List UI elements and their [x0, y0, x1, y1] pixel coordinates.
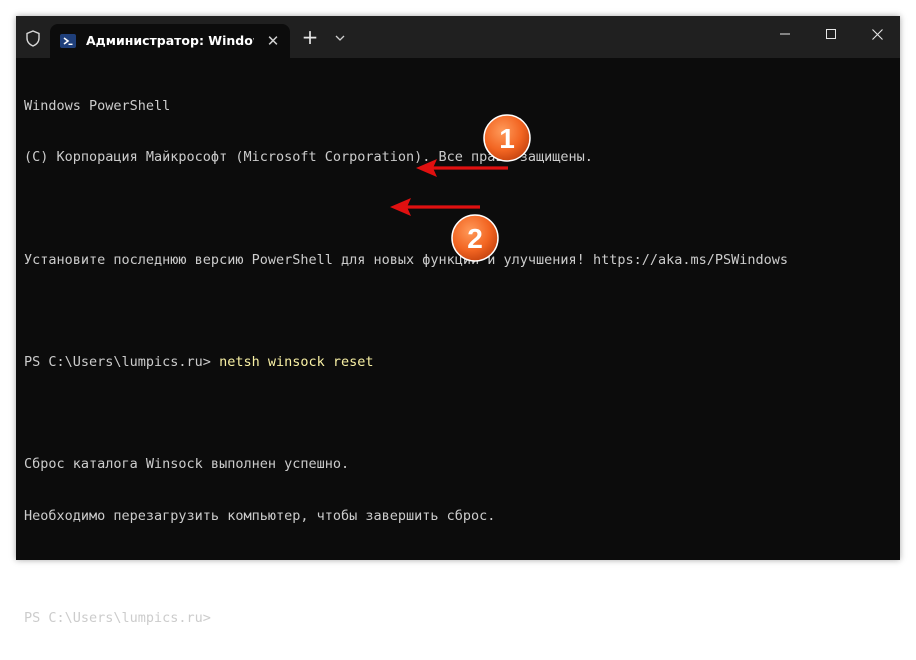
prompt-line: PS C:\Users\lumpics.ru> [24, 609, 211, 626]
close-window-icon[interactable] [854, 16, 900, 52]
shield-icon [25, 29, 41, 47]
powershell-icon [60, 34, 76, 48]
terminal-output[interactable]: Windows PowerShell (C) Корпорация Майкро… [24, 65, 894, 626]
terminal-line: Необходимо перезагрузить компьютер, чтоб… [24, 507, 496, 524]
plus-icon[interactable]: + [298, 26, 322, 50]
terminal-line: Windows PowerShell [24, 98, 171, 114]
minimize-icon[interactable] [762, 16, 808, 52]
terminal-line: (C) Корпорация Майкрософт (Microsoft Cor… [24, 149, 593, 166]
terminal-line: Сброс каталога Winsock выполнен успешно. [24, 456, 350, 473]
terminal-line: Установите последнюю версию PowerShell д… [24, 251, 789, 268]
title-bar: Администратор: Windows PowerShell ✕ + [16, 16, 900, 58]
chevron-down-icon[interactable] [330, 26, 350, 50]
terminal-window: Администратор: Windows PowerShell ✕ + Wi… [16, 16, 900, 626]
close-tab-icon[interactable]: ✕ [262, 30, 284, 52]
command-text: netsh winsock reset [219, 353, 374, 370]
command-line: PS C:\Users\lumpics.ru> netsh winsock re… [24, 353, 894, 372]
tab-title: Администратор: Windows PowerShell [86, 33, 254, 48]
tab-powershell[interactable]: Администратор: Windows PowerShell ✕ [50, 24, 290, 58]
maximize-icon[interactable] [808, 16, 854, 52]
prompt: PS C:\Users\lumpics.ru> [24, 353, 220, 370]
